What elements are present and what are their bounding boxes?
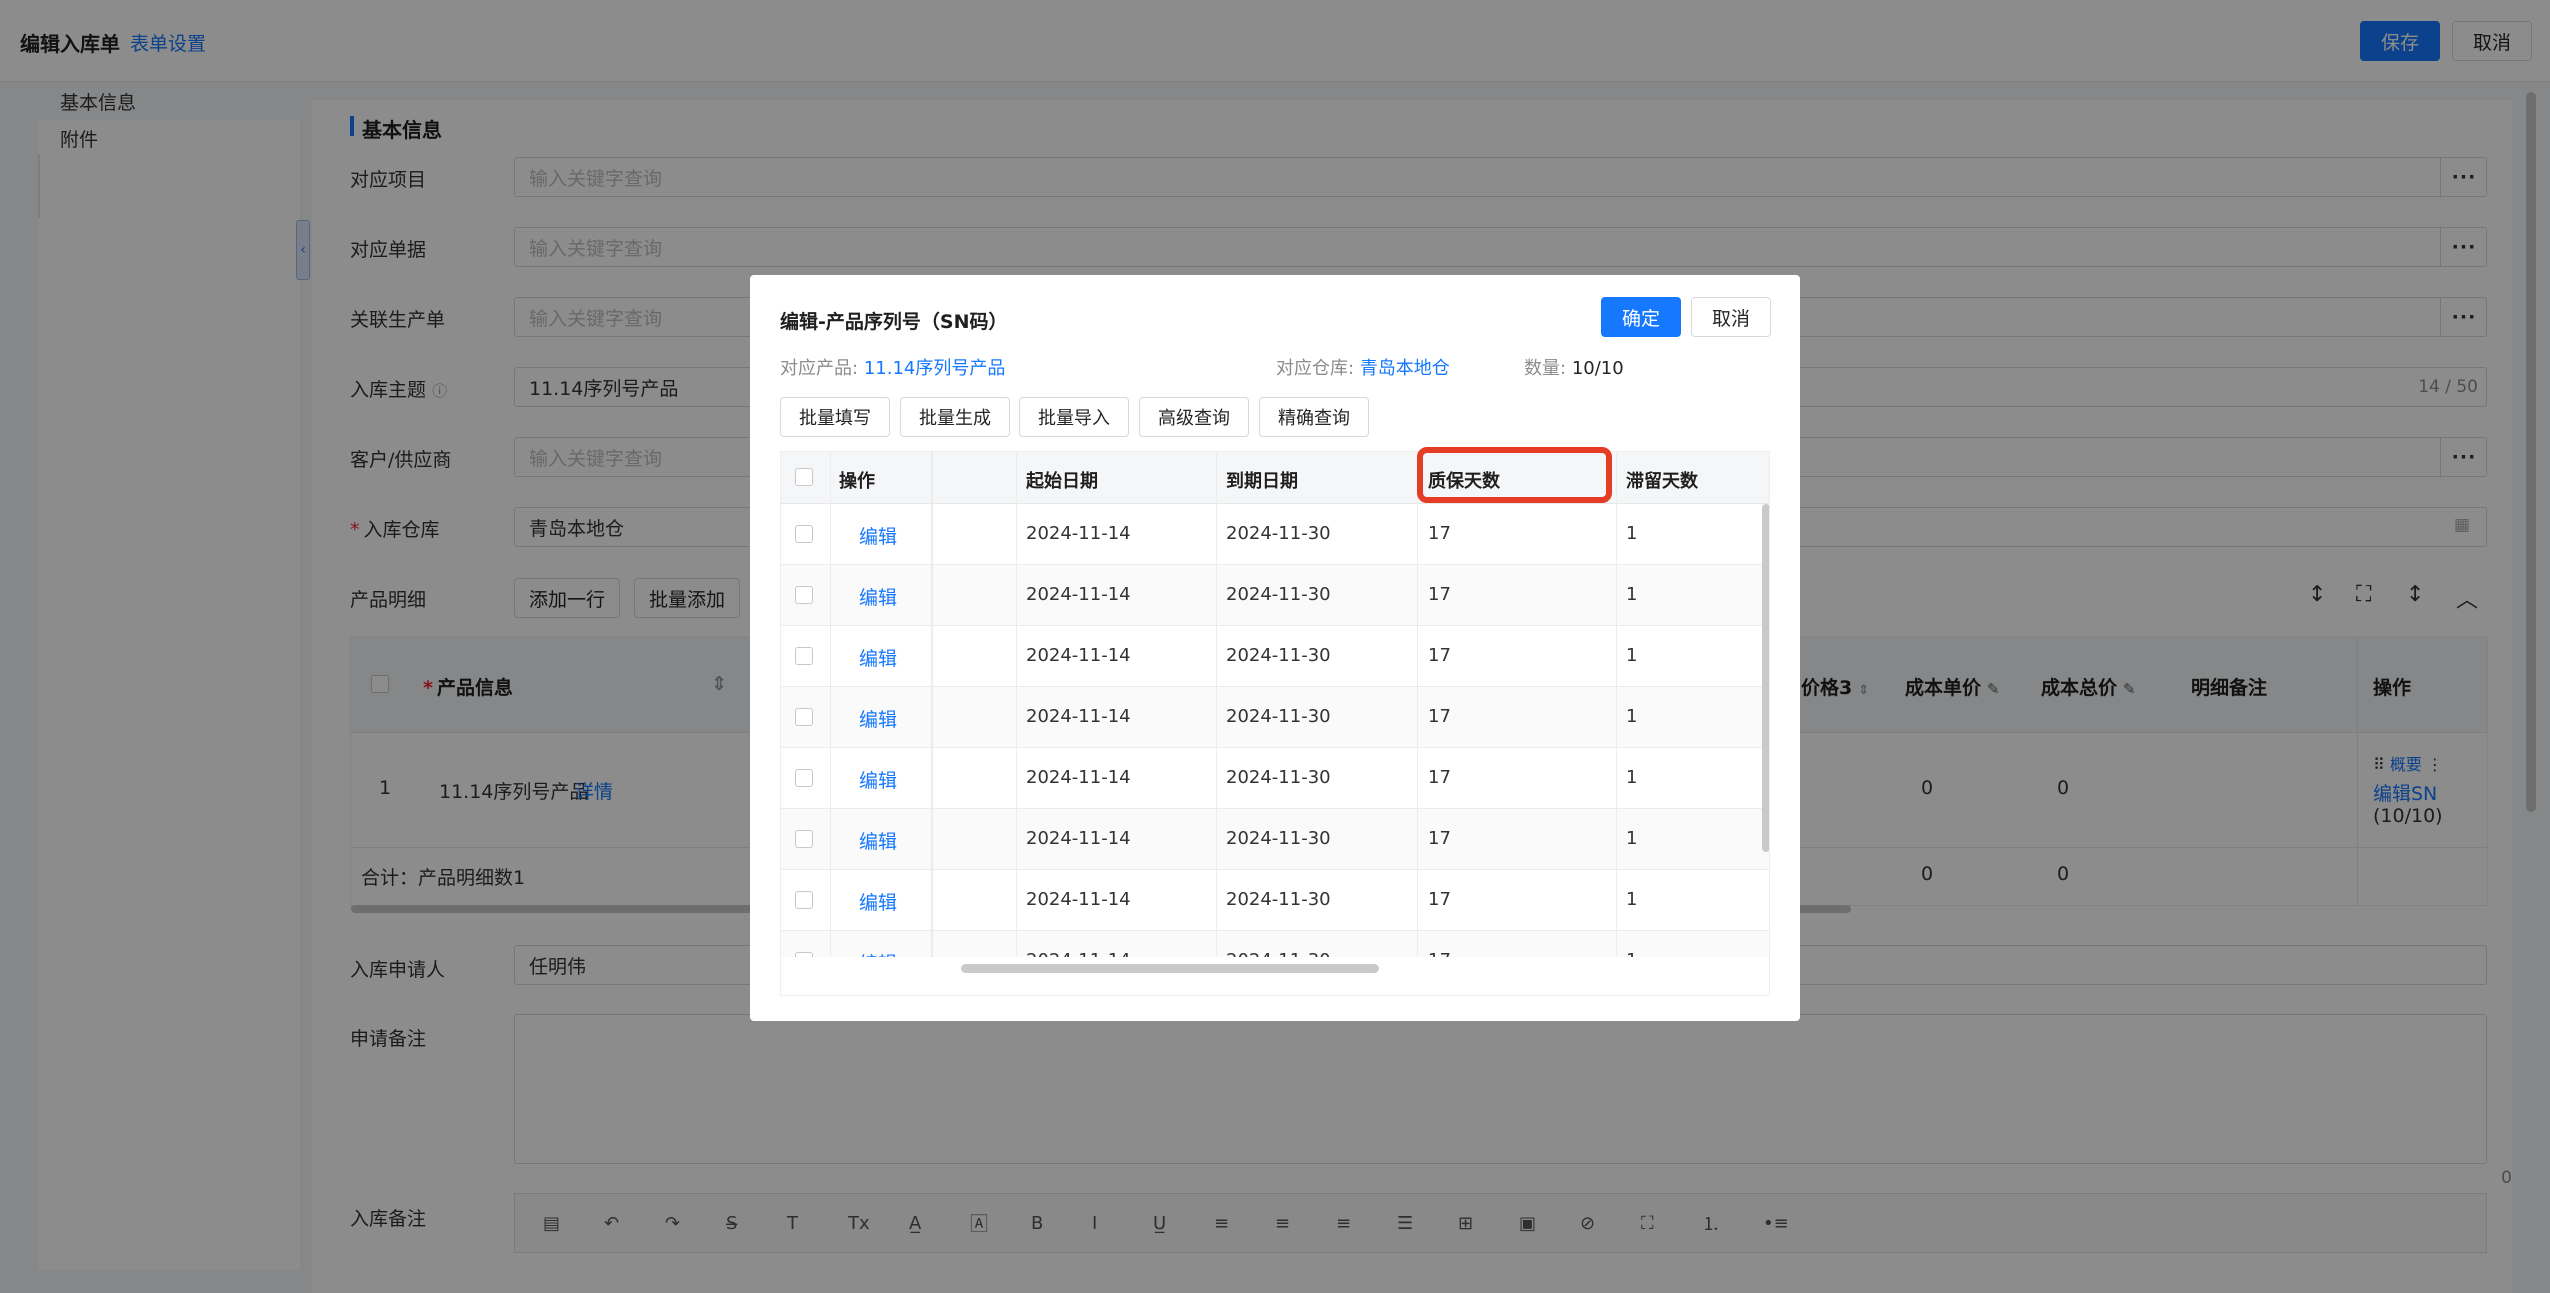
sn-cell-start: 2024-11-14 xyxy=(1026,889,1131,910)
sn-table-row: 编辑 2024-11-14 2024-11-30 17 1 xyxy=(781,565,1769,626)
sn-cell-end: 2024-11-30 xyxy=(1226,645,1331,666)
sn-cell-stay: 1 xyxy=(1626,828,1638,849)
sn-cell-start: 2024-11-14 xyxy=(1026,584,1131,605)
sn-cell-start: 2024-11-14 xyxy=(1026,828,1131,849)
product-meta-value[interactable]: 11.14序列号产品 xyxy=(864,358,1006,379)
sn-cell-start: 2024-11-14 xyxy=(1026,706,1131,727)
qty-meta-value: 10/10 xyxy=(1571,358,1624,379)
sn-row-checkbox[interactable] xyxy=(795,708,813,726)
sn-table-vertical-scrollbar[interactable] xyxy=(1762,504,1769,852)
sn-cell-start: 2024-11-14 xyxy=(1026,523,1131,544)
sn-row-checkbox[interactable] xyxy=(795,647,813,665)
sn-row-checkbox[interactable] xyxy=(795,586,813,604)
sn-cell-stay: 1 xyxy=(1626,767,1638,788)
sn-cell-warranty: 17 xyxy=(1428,889,1451,910)
sn-select-all-checkbox[interactable] xyxy=(795,468,813,486)
warehouse-meta-value[interactable]: 青岛本地仓 xyxy=(1360,358,1450,379)
warehouse-meta-label: 对应仓库: xyxy=(1276,358,1355,379)
modal-title: 编辑-产品序列号（SN码） xyxy=(780,311,1008,333)
batch-generate-button[interactable]: 批量生成 xyxy=(900,397,1010,437)
sn-table-row: 编辑 2024-11-14 2024-11-30 17 1 xyxy=(781,504,1769,565)
modal-cancel-button[interactable]: 取消 xyxy=(1691,297,1771,337)
warranty-column-highlight xyxy=(1417,447,1612,503)
sn-cell-warranty: 17 xyxy=(1428,706,1451,727)
sn-row-checkbox[interactable] xyxy=(795,525,813,543)
sn-cell-stay: 1 xyxy=(1626,645,1638,666)
sn-cell-end: 2024-11-30 xyxy=(1226,523,1331,544)
sn-cell-warranty: 17 xyxy=(1428,523,1451,544)
col-divider xyxy=(1417,452,1418,995)
sn-row-edit-link[interactable]: 编辑 xyxy=(859,644,897,671)
sn-row-checkbox[interactable] xyxy=(795,830,813,848)
col-divider xyxy=(1016,452,1017,995)
sn-col-ops: 操作 xyxy=(839,471,875,492)
sn-table-row: 编辑 2024-11-14 2024-11-30 17 1 xyxy=(781,870,1769,931)
modal-confirm-button[interactable]: 确定 xyxy=(1601,297,1681,337)
sn-cell-end: 2024-11-30 xyxy=(1226,767,1331,788)
sn-edit-modal: 编辑-产品序列号（SN码） 确定 取消 对应产品: 11.14序列号产品 对应仓… xyxy=(750,275,1800,1021)
sn-cell-warranty: 17 xyxy=(1428,767,1451,788)
modal-qty-meta: 数量: 10/10 xyxy=(1524,354,1624,380)
sn-row-edit-link[interactable]: 编辑 xyxy=(859,583,897,610)
sn-cell-warranty: 17 xyxy=(1428,584,1451,605)
sn-cell-stay: 1 xyxy=(1626,584,1638,605)
sn-cell-end: 2024-11-30 xyxy=(1226,889,1331,910)
sn-cell-warranty: 17 xyxy=(1428,828,1451,849)
sn-cell-stay: 1 xyxy=(1626,889,1638,910)
product-meta-label: 对应产品: xyxy=(780,358,859,379)
sn-table: 操作 起始日期 到期日期 质保天数 滞留天数 编辑 2024-11-14 2024-… xyxy=(780,451,1770,996)
sn-row-edit-link[interactable]: 编辑 xyxy=(859,827,897,854)
sn-row-checkbox[interactable] xyxy=(795,891,813,909)
sn-row-edit-link[interactable]: 编辑 xyxy=(859,888,897,915)
sn-row-edit-link[interactable]: 编辑 xyxy=(859,522,897,549)
sn-cell-start: 2024-11-14 xyxy=(1026,767,1131,788)
sn-table-row: 编辑 2024-11-14 2024-11-30 17 1 xyxy=(781,687,1769,748)
sn-cell-warranty: 17 xyxy=(1428,645,1451,666)
sn-cell-end: 2024-11-30 xyxy=(1226,828,1331,849)
sn-table-row: 编辑 2024-11-14 2024-11-30 17 1 xyxy=(781,626,1769,687)
modal-product-meta: 对应产品: 11.14序列号产品 xyxy=(780,354,1005,380)
sn-cell-stay: 1 xyxy=(1626,523,1638,544)
sn-cell-stay: 1 xyxy=(1626,706,1638,727)
advanced-query-button[interactable]: 高级查询 xyxy=(1139,397,1249,437)
col-divider xyxy=(1616,452,1617,995)
sn-cell-end: 2024-11-30 xyxy=(1226,706,1331,727)
sn-row-edit-link[interactable]: 编辑 xyxy=(859,705,897,732)
exact-query-button[interactable]: 精确查询 xyxy=(1259,397,1369,437)
col-divider xyxy=(830,452,831,995)
sn-row-checkbox[interactable] xyxy=(795,769,813,787)
sn-table-footer xyxy=(781,957,1769,995)
sn-cell-end: 2024-11-30 xyxy=(1226,584,1331,605)
sn-table-row: 编辑 2024-11-14 2024-11-30 17 1 xyxy=(781,748,1769,809)
sn-table-horizontal-scrollbar[interactable] xyxy=(961,964,1379,973)
batch-fill-button[interactable]: 批量填写 xyxy=(780,397,890,437)
sn-col-end: 到期日期 xyxy=(1226,471,1298,492)
sn-col-start: 起始日期 xyxy=(1026,471,1098,492)
sn-col-stay: 滞留天数 xyxy=(1626,471,1698,492)
qty-meta-label: 数量: xyxy=(1524,358,1567,379)
col-divider xyxy=(1216,452,1217,995)
batch-import-button[interactable]: 批量导入 xyxy=(1019,397,1129,437)
fixed-column-shadow xyxy=(931,452,934,995)
sn-cell-start: 2024-11-14 xyxy=(1026,645,1131,666)
modal-warehouse-meta: 对应仓库: 青岛本地仓 xyxy=(1276,354,1450,380)
sn-row-edit-link[interactable]: 编辑 xyxy=(859,766,897,793)
sn-table-header: 操作 起始日期 到期日期 质保天数 滞留天数 xyxy=(781,452,1769,504)
sn-table-row: 编辑 2024-11-14 2024-11-30 17 1 xyxy=(781,809,1769,870)
